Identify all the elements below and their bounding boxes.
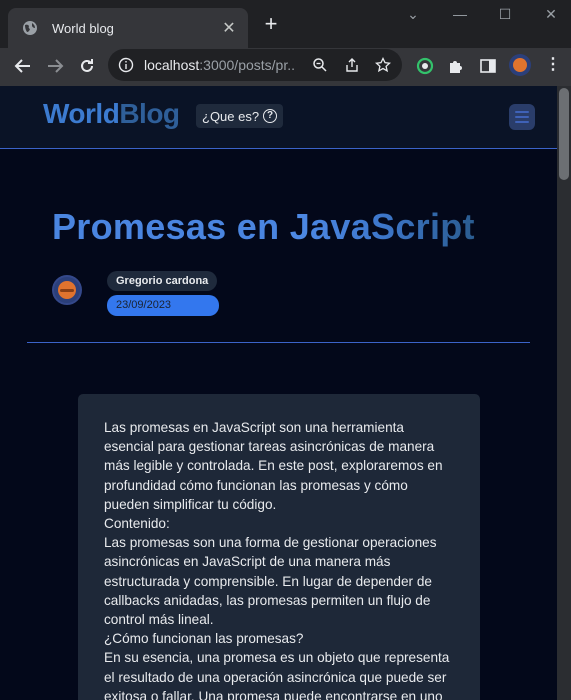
help-icon: ? bbox=[263, 109, 278, 123]
zoom-icon[interactable] bbox=[312, 57, 328, 73]
que-es-button[interactable]: ¿Que es? ? bbox=[196, 104, 284, 128]
close-window-icon[interactable]: ✕ bbox=[542, 6, 560, 23]
scrollbar-thumb[interactable] bbox=[559, 88, 569, 180]
tab-title: World blog bbox=[52, 20, 114, 36]
site-header: WorldBlog ¿Que es? ? bbox=[0, 86, 557, 149]
profile-avatar-image bbox=[513, 58, 527, 72]
new-tab-button[interactable]: + bbox=[260, 12, 282, 36]
minimize-icon[interactable]: — bbox=[451, 6, 469, 22]
author-avatar bbox=[52, 275, 82, 305]
post-title: Promesas en JavaScript bbox=[52, 206, 475, 247]
divider bbox=[27, 342, 530, 343]
address-bar[interactable]: localhost:3000/posts/pr... bbox=[108, 49, 402, 81]
author-badge: Gregorio cardona bbox=[107, 271, 218, 291]
bookmark-star-icon[interactable] bbox=[375, 57, 391, 73]
paragraph: Las promesas en JavaScript son una herra… bbox=[104, 420, 443, 512]
url-text[interactable]: localhost:3000/posts/pr... bbox=[144, 57, 294, 73]
que-es-label: ¿Que es? bbox=[202, 108, 260, 124]
forward-button[interactable] bbox=[41, 52, 69, 80]
back-button[interactable] bbox=[9, 52, 37, 80]
extensions-puzzle-icon[interactable] bbox=[447, 57, 465, 75]
close-tab-icon[interactable]: ✕ bbox=[220, 18, 238, 38]
web-page: WorldBlog ¿Que es? ? Promesas en JavaScr… bbox=[0, 86, 557, 700]
maximize-icon[interactable]: ☐ bbox=[496, 6, 514, 23]
paragraph: Las promesas son una forma de gestionar … bbox=[104, 535, 437, 628]
more-options-icon[interactable]: ⋮ bbox=[544, 56, 562, 74]
forward-arrow-icon bbox=[48, 59, 64, 73]
reload-icon bbox=[81, 59, 93, 72]
paragraph: ¿Cómo funcionan las promesas? bbox=[104, 631, 304, 647]
site-logo[interactable]: WorldBlog bbox=[43, 98, 180, 130]
back-arrow-icon bbox=[14, 59, 30, 73]
post-content: Las promesas en JavaScript son una herra… bbox=[78, 394, 480, 700]
page-scrollbar[interactable] bbox=[557, 86, 571, 700]
menu-bar bbox=[515, 111, 529, 113]
reload-button[interactable] bbox=[73, 52, 101, 80]
paragraph: En su esencia, una promesa es un objeto … bbox=[104, 650, 450, 700]
globe-icon bbox=[23, 21, 37, 35]
chevron-down-icon[interactable]: ⌄ bbox=[404, 6, 422, 23]
browser-tab-bar: World blog ✕ + ⌄ — ☐ ✕ bbox=[0, 0, 571, 48]
share-icon[interactable] bbox=[344, 57, 360, 73]
side-panel-icon[interactable] bbox=[479, 57, 497, 75]
site-info-icon[interactable] bbox=[118, 57, 134, 73]
avatar-image bbox=[58, 281, 76, 299]
menu-bar bbox=[515, 121, 529, 123]
profile-avatar[interactable] bbox=[509, 54, 531, 76]
paragraph: Contenido: bbox=[104, 516, 170, 532]
extension-ring-icon[interactable] bbox=[416, 57, 434, 75]
browser-toolbar: localhost:3000/posts/pr... ⋮ bbox=[0, 48, 571, 86]
date-badge: 23/09/2023 bbox=[107, 295, 219, 316]
menu-bar bbox=[515, 116, 529, 118]
browser-tab[interactable]: World blog ✕ bbox=[8, 8, 248, 48]
hamburger-menu-button[interactable] bbox=[509, 104, 535, 130]
